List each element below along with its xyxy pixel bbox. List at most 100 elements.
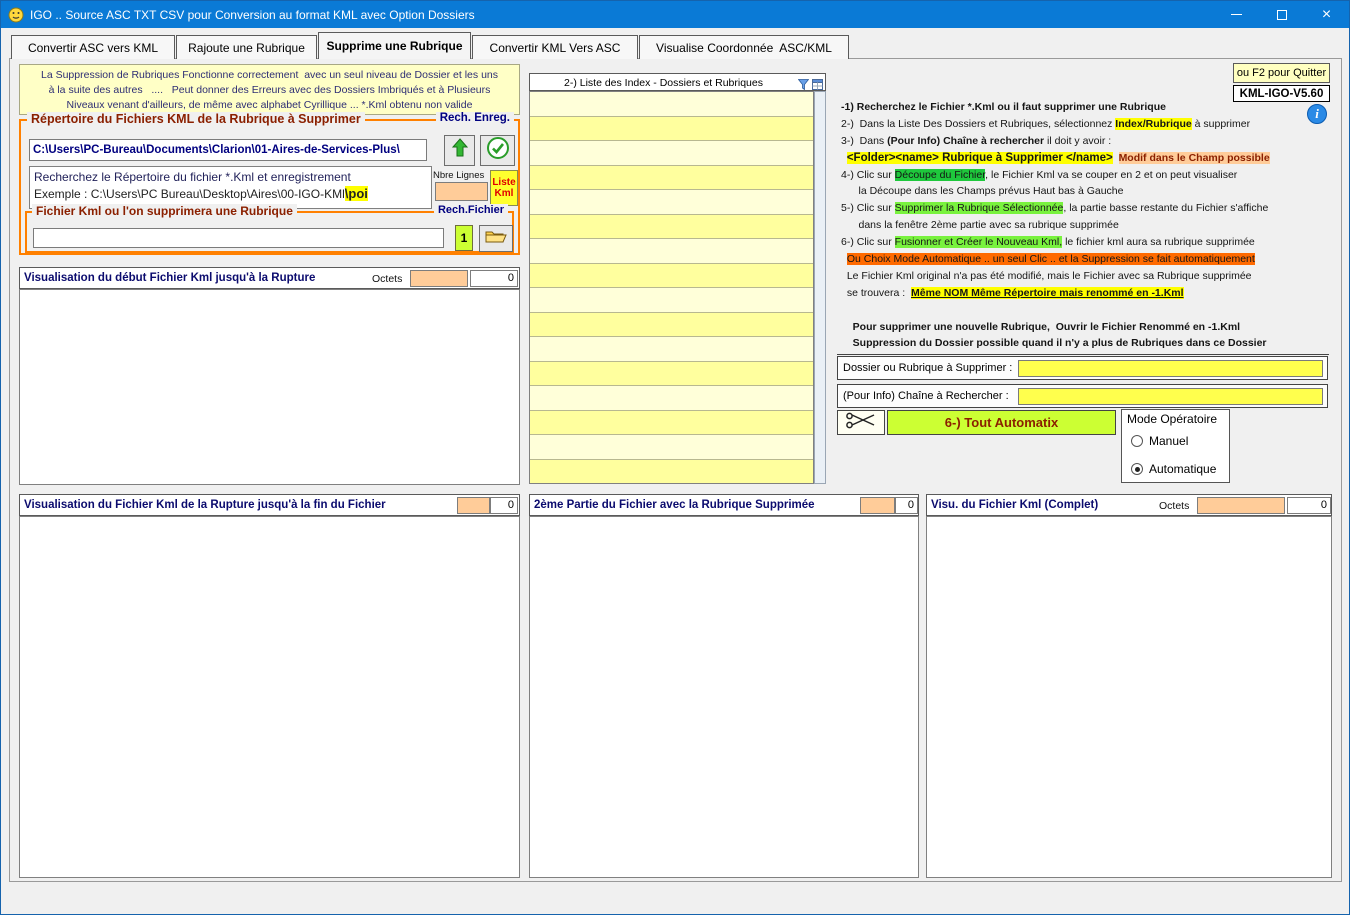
visu-count-field: 0 — [1287, 497, 1331, 514]
instruction-line: -1) Recherchez le Fichier *.Kml ou il fa… — [841, 101, 1166, 113]
tab-convertir-kml-vers-asc[interactable]: Convertir KML Vers ASC — [472, 35, 638, 59]
instruction-line: Pour supprimer une nouvelle Rubrique, Ou… — [841, 320, 1241, 333]
index-list-row[interactable] — [530, 214, 813, 239]
instruction-line: Ou Choix Mode Automatique .. un seul Cli… — [846, 253, 1255, 266]
instruction-line — [841, 302, 1329, 319]
instruction-line: Le Fichier Kml original n'a pas été modi… — [841, 269, 1252, 282]
index-list-row[interactable] — [530, 435, 813, 460]
cut-button[interactable] — [837, 410, 885, 435]
index-list-row[interactable] — [530, 459, 813, 483]
instruction-line: 6-) Clic sur Fusionner et Créer le Nouve… — [841, 236, 1255, 249]
up-arrow-icon — [451, 138, 469, 163]
open-folder-icon — [485, 229, 507, 249]
radio-manuel-icon[interactable] — [1131, 435, 1143, 447]
viz-bottom-area[interactable] — [19, 516, 520, 878]
kml-file-input[interactable] — [33, 228, 444, 248]
app-icon — [8, 7, 24, 23]
index-list-row[interactable] — [530, 92, 813, 117]
index-list-row[interactable] — [530, 239, 813, 264]
browse-file-button[interactable] — [479, 225, 513, 252]
minimize-icon — [1231, 14, 1242, 15]
directory-up-button[interactable] — [444, 135, 475, 166]
instruction-line: <Folder><name> Rubrique à Supprimer </na… — [846, 151, 1270, 164]
poi-highlight: \poi — [344, 186, 368, 201]
rech-fichier-label: Rech.Fichier — [433, 204, 508, 216]
viz-top-title: Visualisation du début Fichier Kml jusqu… — [24, 272, 316, 284]
index-list-row[interactable] — [530, 312, 813, 337]
index-list-row[interactable] — [530, 116, 813, 141]
dossier-input[interactable] — [1018, 360, 1323, 377]
radio-automatique-icon[interactable] — [1131, 463, 1143, 475]
window-controls: × — [1214, 1, 1349, 28]
viz-bottom-count-field: 0 — [490, 497, 518, 514]
dossier-label: Dossier ou Rubrique à Supprimer : — [843, 362, 1013, 374]
nbre-lignes-field — [435, 182, 488, 201]
scissors-icon — [845, 412, 877, 434]
maximize-icon — [1276, 9, 1287, 20]
close-button[interactable]: × — [1304, 1, 1349, 28]
index-list-row[interactable] — [530, 410, 813, 435]
minimize-button[interactable] — [1214, 1, 1259, 28]
visu-octets-field — [1197, 497, 1285, 514]
chaine-input[interactable] — [1018, 388, 1323, 405]
part2-title: 2ème Partie du Fichier avec la Rubrique … — [534, 499, 815, 511]
mode-option-automatique[interactable]: Automatique — [1131, 462, 1216, 476]
close-icon: × — [1321, 5, 1332, 23]
repertoire-group-title: Répertoire du Fichiers KML de la Rubriqu… — [27, 112, 365, 126]
visu-octets-label: Octets — [1159, 500, 1190, 512]
viz-top-header: Visualisation du début Fichier Kml jusqu… — [19, 267, 520, 289]
instruction-line: 5-) Clic sur Supprimer la Rubrique Sélec… — [841, 202, 1269, 215]
part2-area[interactable] — [529, 516, 919, 878]
hint-line-2: Exemple : C:\Users\PC Bureau\Desktop\Air… — [34, 186, 368, 201]
viz-bottom-title: Visualisation du Fichier Kml de la Ruptu… — [24, 499, 386, 511]
visu-area[interactable] — [926, 516, 1332, 878]
tab-supprime-une-rubrique[interactable]: Supprime une Rubrique — [318, 32, 471, 59]
viz-top-count-field: 0 — [470, 270, 518, 287]
viz-top-octets-field — [410, 270, 468, 287]
instruction-line: 3-) Dans (Pour Info) Chaîne à rechercher… — [841, 134, 1112, 147]
radio-manuel-label: Manuel — [1149, 434, 1189, 448]
validate-directory-button[interactable] — [480, 135, 515, 166]
instruction-line: 2-) Dans la Liste Des Dossiers et Rubriq… — [841, 117, 1251, 130]
index-list-row[interactable] — [530, 288, 813, 313]
mode-option-manuel[interactable]: Manuel — [1131, 434, 1188, 448]
kml-directory-input[interactable] — [29, 139, 427, 161]
index-list-row[interactable] — [530, 165, 813, 190]
tout-automatix-button[interactable]: 6-) Tout Automatix — [887, 410, 1116, 435]
index-list-row[interactable] — [530, 263, 813, 288]
nbre-lignes-label: Nbre Lignes — [433, 170, 485, 181]
tab-visualise-coordonnee[interactable]: Visualise Coordonnée ASC/KML — [639, 35, 849, 59]
part2-header: 2ème Partie du Fichier avec la Rubrique … — [529, 494, 919, 516]
mode-operatoire-title: Mode Opératoire — [1127, 412, 1218, 426]
tab-convertir-asc-vers-kml[interactable]: Convertir ASC vers KML — [11, 35, 175, 59]
index-list-title: 2-) Liste des Index - Dossiers et Rubriq… — [563, 77, 763, 89]
index-list-scrollbar[interactable] — [814, 91, 826, 484]
index-list-row[interactable] — [530, 337, 813, 362]
index-list-row[interactable] — [530, 386, 813, 411]
instructions-block: -1) Recherchez le Fichier *.Kml ou il fa… — [837, 99, 1329, 355]
maximize-button[interactable] — [1259, 1, 1304, 28]
index-list-row[interactable] — [530, 190, 813, 215]
viz-bottom-header: Visualisation du Fichier Kml de la Ruptu… — [19, 494, 520, 516]
hint-line-1: Recherchez le Répertoire du fichier *.Km… — [34, 170, 351, 184]
info-icon[interactable]: i — [1307, 104, 1327, 124]
instruction-line: la Découpe dans les Champs prévus Haut b… — [841, 185, 1124, 198]
instruction-line: se trouvera : Même NOM Même Répertoire m… — [841, 286, 1184, 299]
instruction-line: dans la fenêtre 2ème partie avec sa rubr… — [841, 219, 1119, 232]
part2-octets-field — [860, 497, 895, 514]
chaine-label: (Pour Info) Chaîne à Rechercher : — [843, 390, 1009, 402]
window-title: IGO .. Source ASC TXT CSV pour Conversio… — [30, 7, 475, 22]
quit-button[interactable]: ou F2 pour Quitter — [1233, 63, 1330, 83]
mode-operatoire-group: Mode Opératoire Manuel Automatique — [1121, 409, 1230, 483]
part2-count-field: 0 — [895, 497, 918, 514]
repertoire-group: Répertoire du Fichiers KML de la Rubriqu… — [19, 112, 520, 255]
rech-enreg-label: Rech. Enreg. — [435, 112, 514, 124]
index-list-row[interactable] — [530, 361, 813, 386]
visu-header: Visu. du Fichier Kml (Complet) Octets 0 — [926, 494, 1332, 516]
viz-bottom-octets-field — [457, 497, 490, 514]
viz-top-area[interactable] — [19, 289, 520, 485]
liste-kml-button[interactable]: Liste Kml — [490, 170, 518, 206]
fichier-kml-group: Fichier Kml ou l'on supprimera une Rubri… — [25, 204, 514, 253]
index-list-row[interactable] — [530, 141, 813, 166]
tab-rajoute-une-rubrique[interactable]: Rajoute une Rubrique — [176, 35, 317, 59]
